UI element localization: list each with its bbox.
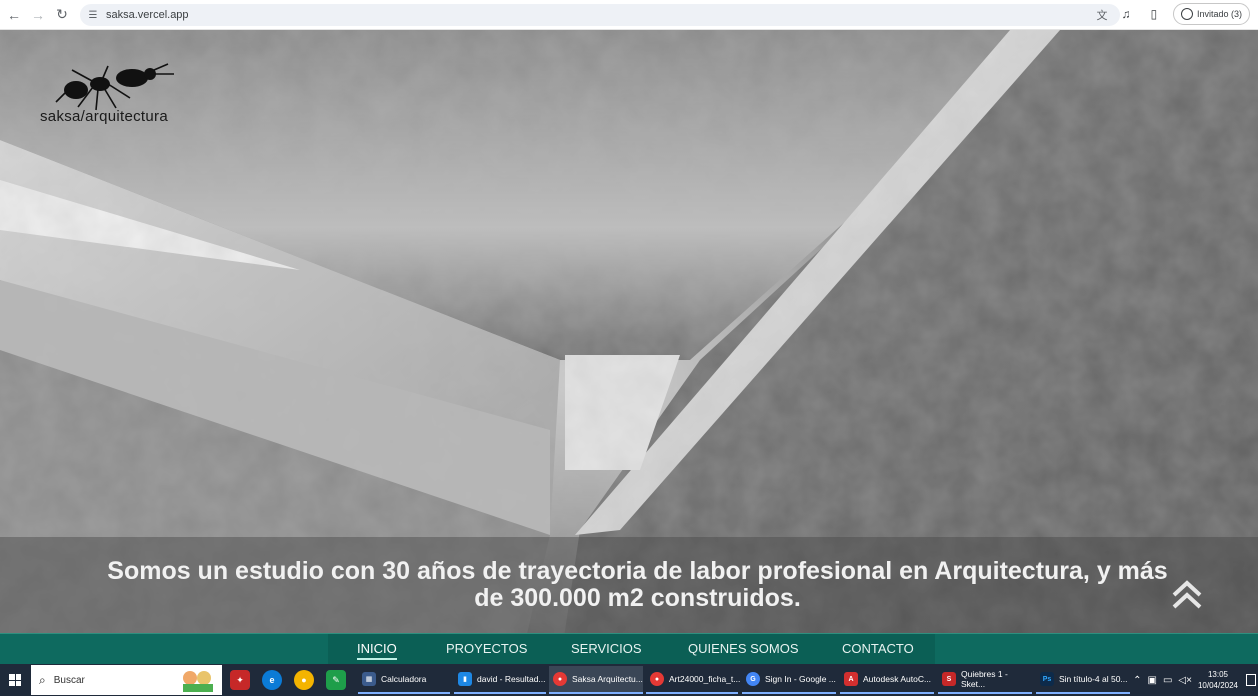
taskbar-app-label: Art24000_ficha_t... <box>669 674 741 684</box>
profile-button[interactable]: Invitado (3) <box>1172 3 1250 25</box>
file-explorer-icon: ▮ <box>458 672 472 686</box>
edge-icon[interactable]: e <box>262 670 282 690</box>
sketchup-icon: S <box>942 672 956 686</box>
profile-label: Invitado (3) <box>1196 9 1242 19</box>
nav-item-inicio[interactable]: INICIO <box>357 641 397 660</box>
network-icon[interactable]: ▭ <box>1163 675 1172 686</box>
tray-app-icon[interactable]: ▣ <box>1148 675 1157 686</box>
browser-toolbar: ← → ↻ ☰ saksa.vercel.app 文 ♫ ▯ Invitado … <box>0 0 1258 30</box>
google-icon: G <box>746 672 760 686</box>
profile-icon <box>1180 8 1193 20</box>
windows-taskbar: ⌕ Buscar ✦ e ● ✎ ▦ Calculadora ▮ david -… <box>0 664 1258 696</box>
logo-text[interactable]: saksa/arquitectura <box>40 108 168 125</box>
chrome-icon: ● <box>553 672 567 686</box>
chrome-icon: ● <box>650 672 664 686</box>
nav-item-servicios[interactable]: SERVICIOS <box>571 641 642 656</box>
taskbar-app-calculadora[interactable]: ▦ Calculadora <box>358 666 450 694</box>
taskbar-app-sketchup[interactable]: S Quiebres 1 - Sket... <box>938 666 1032 694</box>
main-navbar: INICIO PROYECTOS SERVICIOS QUIENES SOMOS… <box>0 633 1258 664</box>
taskbar-app-label: Sign In - Google ... <box>765 674 836 684</box>
pinned-green-app-icon[interactable]: ✎ <box>326 670 346 690</box>
clock-time: 13:05 <box>1207 670 1228 679</box>
clock-date: 10/04/2024 <box>1197 681 1238 690</box>
nav-item-proyectos[interactable]: PROYECTOS <box>446 641 527 656</box>
url-text[interactable]: saksa.vercel.app <box>106 9 189 21</box>
autocad-icon: A <box>844 672 858 686</box>
taskbar-app-label: Sin título-4 al 50... <box>1059 674 1128 684</box>
taskbar-app-label: Calculadora <box>381 674 427 684</box>
media-controls-icon[interactable]: ♫ <box>1117 5 1135 23</box>
nav-menu: INICIO PROYECTOS SERVICIOS QUIENES SOMOS… <box>328 634 935 664</box>
taskbar-app-label: david - Resultad... <box>477 674 546 684</box>
taskbar-app-google-signin[interactable]: G Sign In - Google ... <box>742 666 836 694</box>
system-tray: ⌃ ▣ ▭ ◁× 13:05 10/04/2024 <box>1133 664 1258 696</box>
clock[interactable]: 13:05 10/04/2024 <box>1198 669 1238 691</box>
taskbar-app-ficha[interactable]: ● Art24000_ficha_t... <box>646 666 741 694</box>
windows-icon <box>9 674 21 686</box>
translate-icon[interactable]: 文 <box>1094 7 1110 23</box>
start-button[interactable] <box>0 664 30 696</box>
chevron-up-icon[interactable]: ⌃ <box>1133 675 1141 686</box>
calculator-icon: ▦ <box>362 672 376 686</box>
nav-item-contacto[interactable]: CONTACTO <box>842 641 914 656</box>
volume-icon[interactable]: ◁× <box>1178 675 1192 686</box>
taskbar-app-autocad[interactable]: A Autodesk AutoC... <box>840 666 934 694</box>
search-highlight-icon[interactable] <box>178 668 218 692</box>
back-icon[interactable]: ← <box>2 3 26 27</box>
site-info-icon[interactable]: ☰ <box>86 8 100 22</box>
taskbar-search[interactable]: ⌕ Buscar <box>31 665 222 695</box>
address-bar[interactable]: ☰ saksa.vercel.app 文 <box>80 4 1120 26</box>
web-page: saksa/arquitectura Somos un estudio con … <box>0 30 1258 664</box>
taskbar-app-photoshop[interactable]: Ps Sin título-4 al 50... <box>1036 666 1130 694</box>
chrome-icon[interactable]: ● <box>294 670 314 690</box>
taskbar-app-saksa[interactable]: ● Saksa Arquitectu... <box>549 666 643 694</box>
search-icon: ⌕ <box>39 672 46 687</box>
nav-item-quienes-somos[interactable]: QUIENES SOMOS <box>688 641 799 656</box>
taskbar-app-label: Saksa Arquitectu... <box>572 674 643 684</box>
taskbar-app-label: Autodesk AutoC... <box>863 674 932 684</box>
taskbar-app-explorer[interactable]: ▮ david - Resultad... <box>454 666 546 694</box>
photoshop-icon: Ps <box>1040 672 1054 686</box>
taskbar-app-label: Quiebres 1 - Sket... <box>961 669 1008 689</box>
hero-tagline: Somos un estudio con 30 años de trayecto… <box>107 557 1168 612</box>
search-placeholder: Buscar <box>53 674 85 686</box>
notifications-icon[interactable] <box>1246 674 1256 686</box>
scroll-up-icon[interactable] <box>1170 578 1204 612</box>
side-panel-icon[interactable]: ▯ <box>1145 5 1163 23</box>
forward-icon[interactable]: → <box>26 3 50 27</box>
pinned-app-icon[interactable]: ✦ <box>230 670 250 690</box>
reload-icon[interactable]: ↻ <box>50 3 74 27</box>
